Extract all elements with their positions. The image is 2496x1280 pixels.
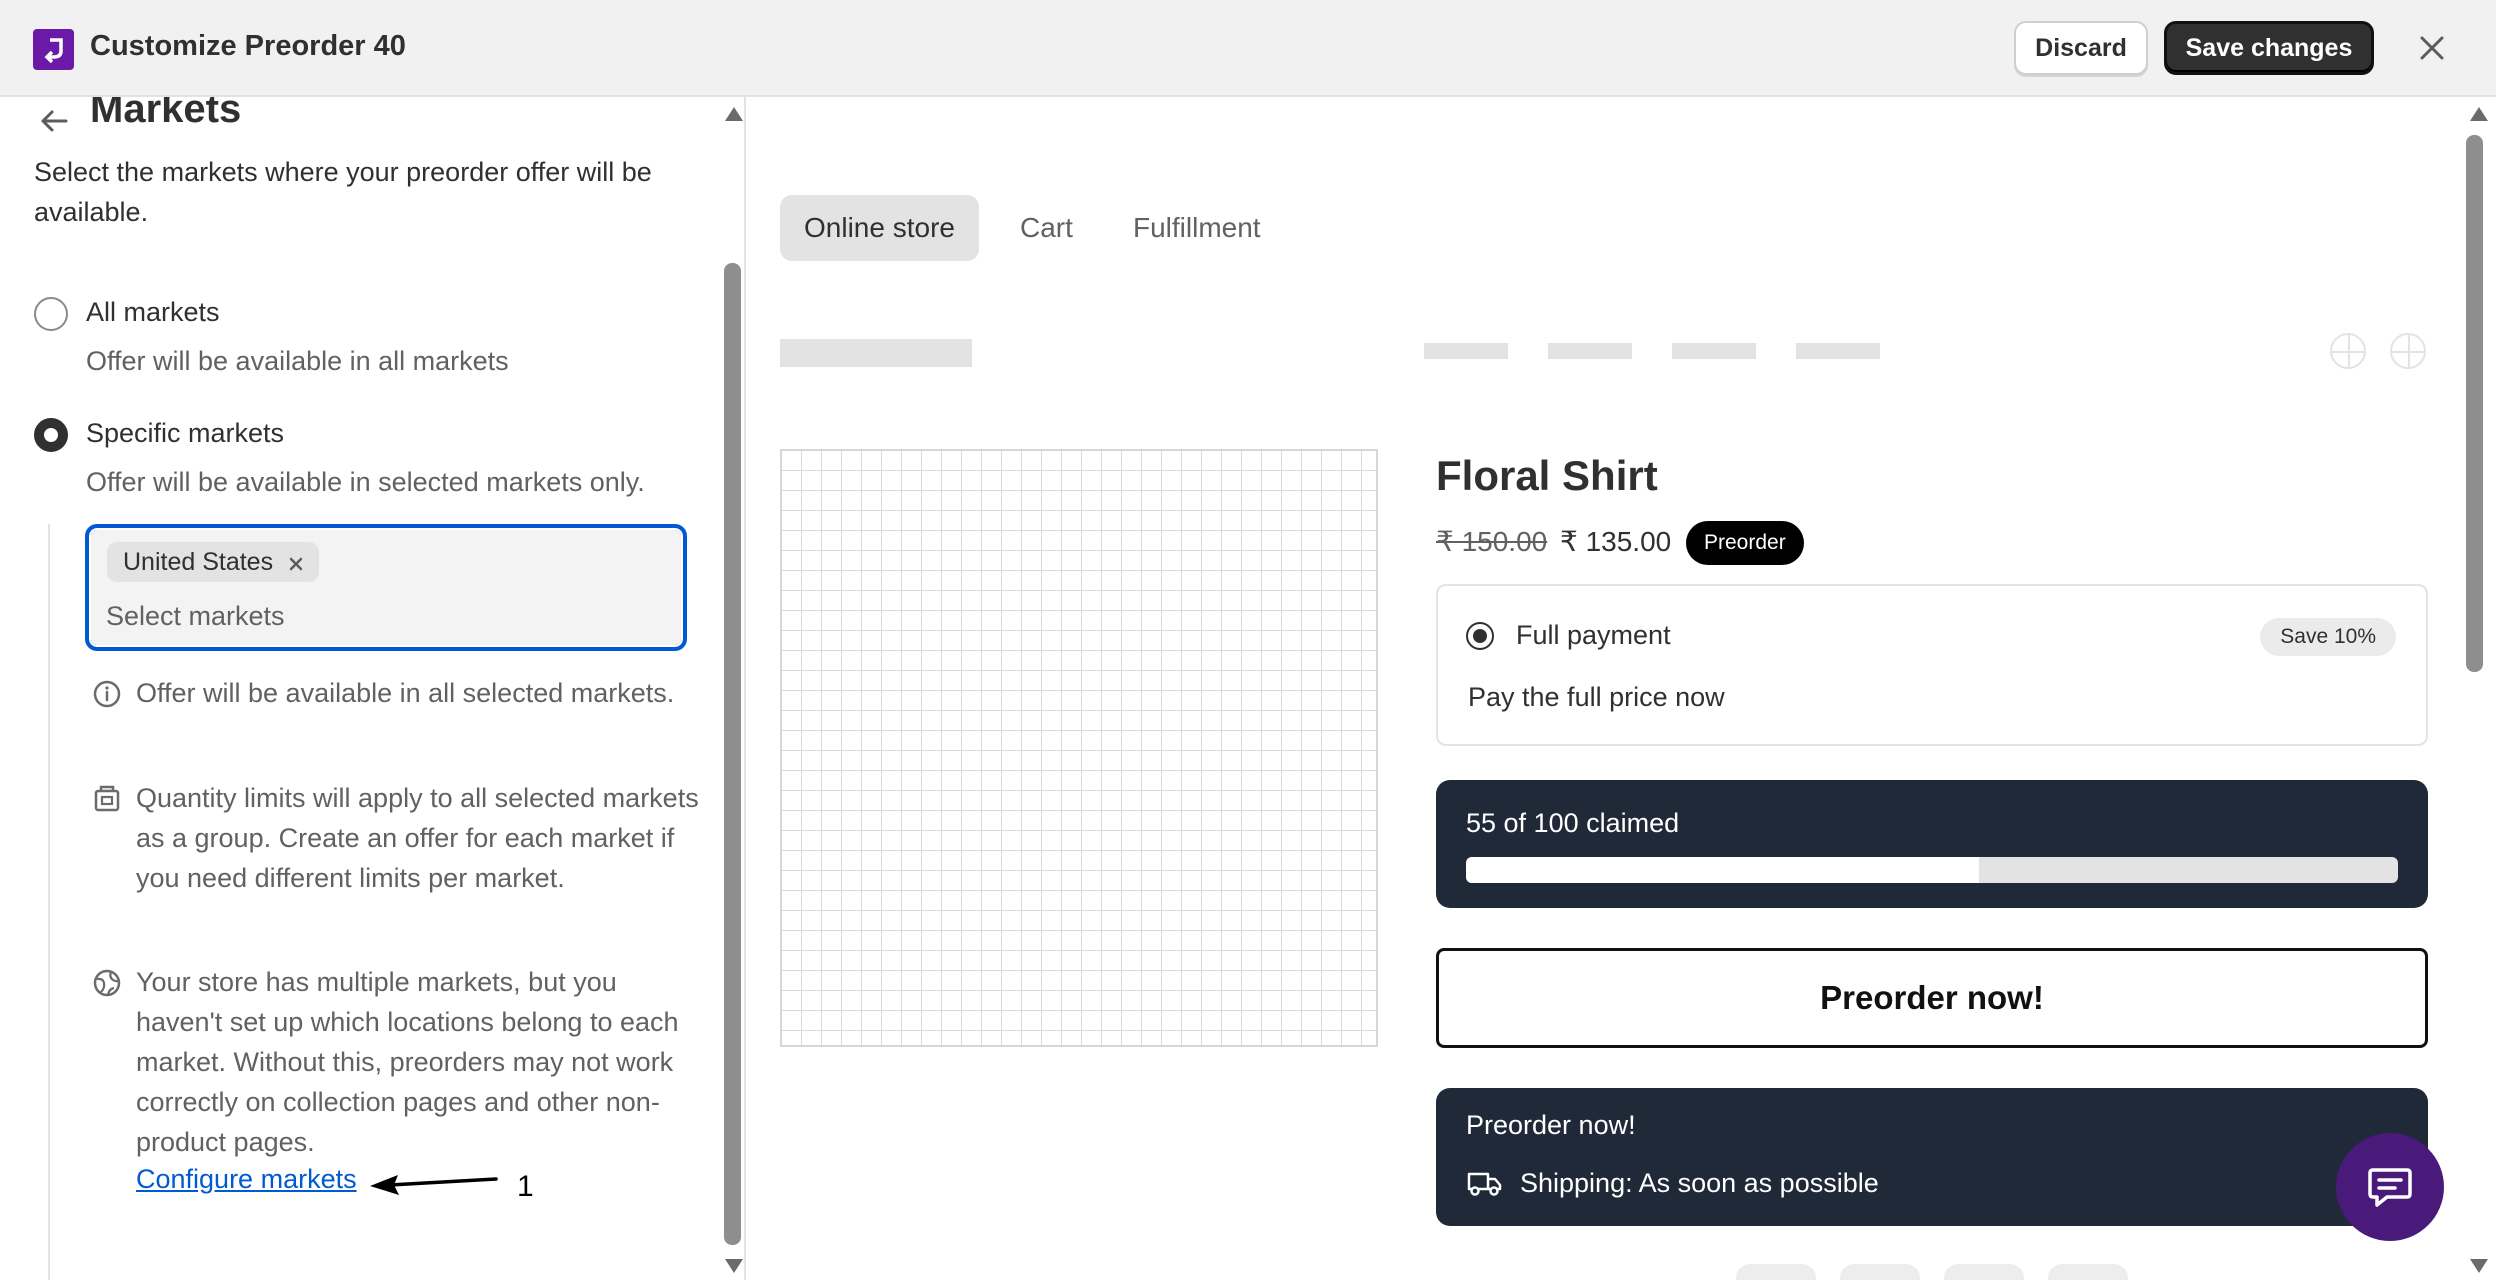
claimed-text: 55 of 100 claimed bbox=[1466, 808, 1680, 838]
skeleton-pill bbox=[1944, 1264, 2024, 1280]
skeleton-nav-item bbox=[1548, 343, 1632, 359]
product-title: Floral Shirt bbox=[1436, 452, 1658, 499]
left-scroll-thumb[interactable] bbox=[724, 263, 741, 1245]
market-search-input[interactable] bbox=[106, 596, 666, 636]
payment-option-description: Pay the full price now bbox=[1468, 682, 1725, 712]
market-select-field[interactable]: United States bbox=[85, 524, 687, 651]
payment-option-title: Full payment bbox=[1516, 620, 1671, 650]
skeleton-icon bbox=[2390, 333, 2426, 369]
annotation-arrow bbox=[370, 1175, 498, 1195]
chat-icon bbox=[2368, 1168, 2412, 1207]
specific-markets-radio[interactable] bbox=[34, 418, 68, 452]
page-title: Markets bbox=[90, 97, 242, 131]
all-markets-radio[interactable] bbox=[34, 297, 68, 331]
truck-icon bbox=[1466, 1168, 1504, 1198]
right-scroll-thumb[interactable] bbox=[2466, 135, 2483, 672]
preorder-now-button[interactable]: Preorder now! bbox=[1436, 948, 2428, 1048]
app-title: Customize Preorder 40 bbox=[90, 30, 406, 62]
scroll-up-icon[interactable] bbox=[725, 107, 743, 121]
market-tag-label: United States bbox=[123, 548, 274, 576]
compare-at-price: ₹ 150.00 bbox=[1436, 526, 1548, 557]
arrow-left-icon[interactable] bbox=[36, 103, 72, 139]
skeleton-pill bbox=[1736, 1264, 1816, 1280]
save-badge: Save 10% bbox=[2260, 618, 2396, 656]
chat-button[interactable] bbox=[2336, 1133, 2444, 1241]
note-text: Offer will be available in all selected … bbox=[136, 678, 675, 708]
specific-markets-help: Offer will be available in selected mark… bbox=[86, 467, 645, 497]
full-payment-radio[interactable] bbox=[1466, 622, 1494, 650]
top-bar: Customize Preorder 40 Discard Save chang… bbox=[0, 0, 2496, 97]
globe-icon bbox=[92, 968, 122, 998]
skeleton-pill bbox=[2048, 1264, 2128, 1280]
product-image-placeholder bbox=[780, 449, 1378, 1047]
all-markets-help: Offer will be available in all markets bbox=[86, 346, 509, 376]
skeleton-nav-item bbox=[1424, 343, 1508, 359]
scroll-down-icon[interactable] bbox=[2470, 1259, 2488, 1273]
shipping-card-title: Preorder now! bbox=[1466, 1110, 1636, 1140]
note-text: Quantity limits will apply to all select… bbox=[136, 783, 699, 893]
info-icon bbox=[92, 679, 122, 709]
section-description: Select the markets where your preorder o… bbox=[34, 157, 652, 227]
tab-online-store[interactable]: Online store bbox=[780, 195, 979, 261]
preview-panel: Online store Cart Fulfillment Floral Shi… bbox=[748, 97, 2496, 1280]
claimed-progress-card: 55 of 100 claimed bbox=[1436, 780, 2428, 908]
skeleton-logo bbox=[780, 339, 972, 367]
skeleton-nav-item bbox=[1672, 343, 1756, 359]
skeleton-pill bbox=[1840, 1264, 1920, 1280]
save-changes-button[interactable]: Save changes bbox=[2164, 21, 2374, 75]
claimed-progress-fill bbox=[1466, 857, 1979, 883]
shipping-info-card: Preorder now! Shipping: As soon as possi… bbox=[1436, 1088, 2428, 1226]
configure-markets-link[interactable]: Configure markets bbox=[136, 1164, 357, 1195]
preorder-badge: Preorder bbox=[1686, 521, 1804, 565]
tab-cart[interactable]: Cart bbox=[996, 195, 1097, 261]
skeleton-icon bbox=[2330, 333, 2366, 369]
skeleton-nav-item bbox=[1796, 343, 1880, 359]
sale-price: ₹ 135.00 bbox=[1560, 526, 1672, 557]
annotation-number: 1 bbox=[517, 1170, 534, 1203]
payment-option-card[interactable]: Full payment Save 10% Pay the full price… bbox=[1436, 584, 2428, 746]
app-logo-icon bbox=[33, 29, 74, 70]
settings-panel: Markets Select the markets where your pr… bbox=[0, 97, 746, 1280]
note-text: Your store has multiple markets, but you… bbox=[136, 967, 679, 1157]
tab-fulfillment[interactable]: Fulfillment bbox=[1109, 195, 1285, 261]
market-tag: United States bbox=[107, 542, 320, 582]
specific-markets-label[interactable]: Specific markets bbox=[86, 418, 284, 449]
claimed-progress-track bbox=[1466, 857, 2398, 883]
all-markets-label[interactable]: All markets bbox=[86, 297, 220, 328]
remove-tag-icon[interactable] bbox=[283, 549, 309, 575]
discard-button[interactable]: Discard bbox=[2014, 21, 2148, 75]
scroll-down-icon[interactable] bbox=[725, 1259, 743, 1273]
scroll-up-icon[interactable] bbox=[2470, 107, 2488, 121]
close-icon[interactable] bbox=[2412, 28, 2452, 68]
indent-divider bbox=[48, 524, 50, 1280]
inventory-icon bbox=[92, 784, 122, 814]
shipping-text: Shipping: As soon as possible bbox=[1520, 1168, 1879, 1198]
